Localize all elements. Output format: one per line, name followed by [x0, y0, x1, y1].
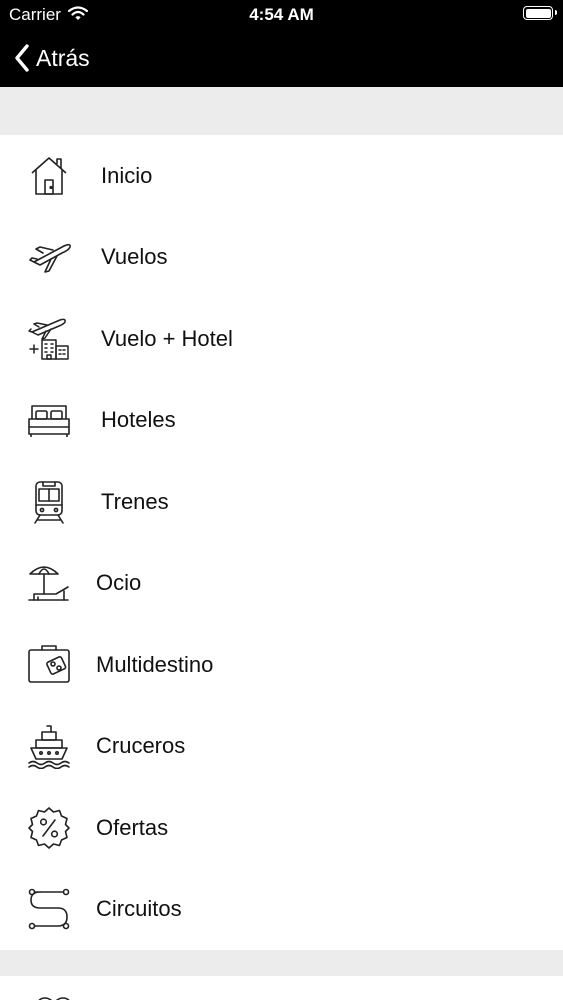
train-icon [26, 479, 72, 525]
menu-item-trenes[interactable]: Trenes [0, 461, 563, 543]
beach-umbrella-icon [26, 560, 72, 606]
menu-item-hoteles[interactable]: Hoteles [0, 380, 563, 462]
menu-label-circuitos: Circuitos [96, 896, 182, 922]
menu-item-ocio[interactable]: Ocio [0, 543, 563, 625]
back-button[interactable]: Atrás [14, 42, 90, 74]
menu-item-multidestino[interactable]: Multidestino [0, 624, 563, 706]
menu-label-inicio: Inicio [101, 162, 153, 188]
navigation-bar: Atrás [0, 30, 563, 87]
battery-icon [523, 6, 557, 20]
airplane-icon [26, 234, 72, 280]
house-icon [26, 153, 72, 199]
status-time: 4:54 AM [249, 5, 314, 24]
route-icon [26, 886, 72, 932]
chevron-left-icon [15, 44, 29, 72]
menu-item-vuelos[interactable]: Vuelos [0, 217, 563, 299]
menu-item-inicio[interactable]: Inicio [0, 135, 563, 217]
menu-list: Inicio Vuelos Vuelo + Hotel Hoteles Tren… [0, 135, 563, 950]
menu-label-hoteles: Hoteles [101, 407, 176, 433]
menu-item-cruceros[interactable]: Cruceros [0, 706, 563, 788]
heart-icon [31, 992, 77, 1000]
menu-label-cruceros: Cruceros [96, 733, 186, 759]
ship-icon [26, 723, 72, 770]
menu-label-multidestino: Multidestino [96, 651, 214, 677]
menu-label-vuelo-hotel: Vuelo + Hotel [101, 325, 233, 351]
back-button-label: Atrás [36, 44, 90, 71]
menu-label-trenes: Trenes [101, 488, 169, 514]
status-bar: Carrier 4:54 AM [0, 0, 563, 30]
next-section [0, 976, 563, 1000]
flight-hotel-icon [26, 316, 72, 362]
suitcase-icon [26, 642, 72, 688]
menu-item-vuelo-hotel[interactable]: Vuelo + Hotel [0, 298, 563, 380]
menu-item-circuitos[interactable]: Circuitos [0, 869, 563, 951]
menu-label-ofertas: Ofertas [96, 814, 169, 840]
bed-icon [26, 397, 72, 443]
menu-item-ofertas[interactable]: Ofertas [0, 787, 563, 869]
menu-label-ocio: Ocio [96, 570, 142, 596]
menu-label-vuelos: Vuelos [101, 244, 168, 270]
percent-badge-icon [26, 805, 72, 851]
